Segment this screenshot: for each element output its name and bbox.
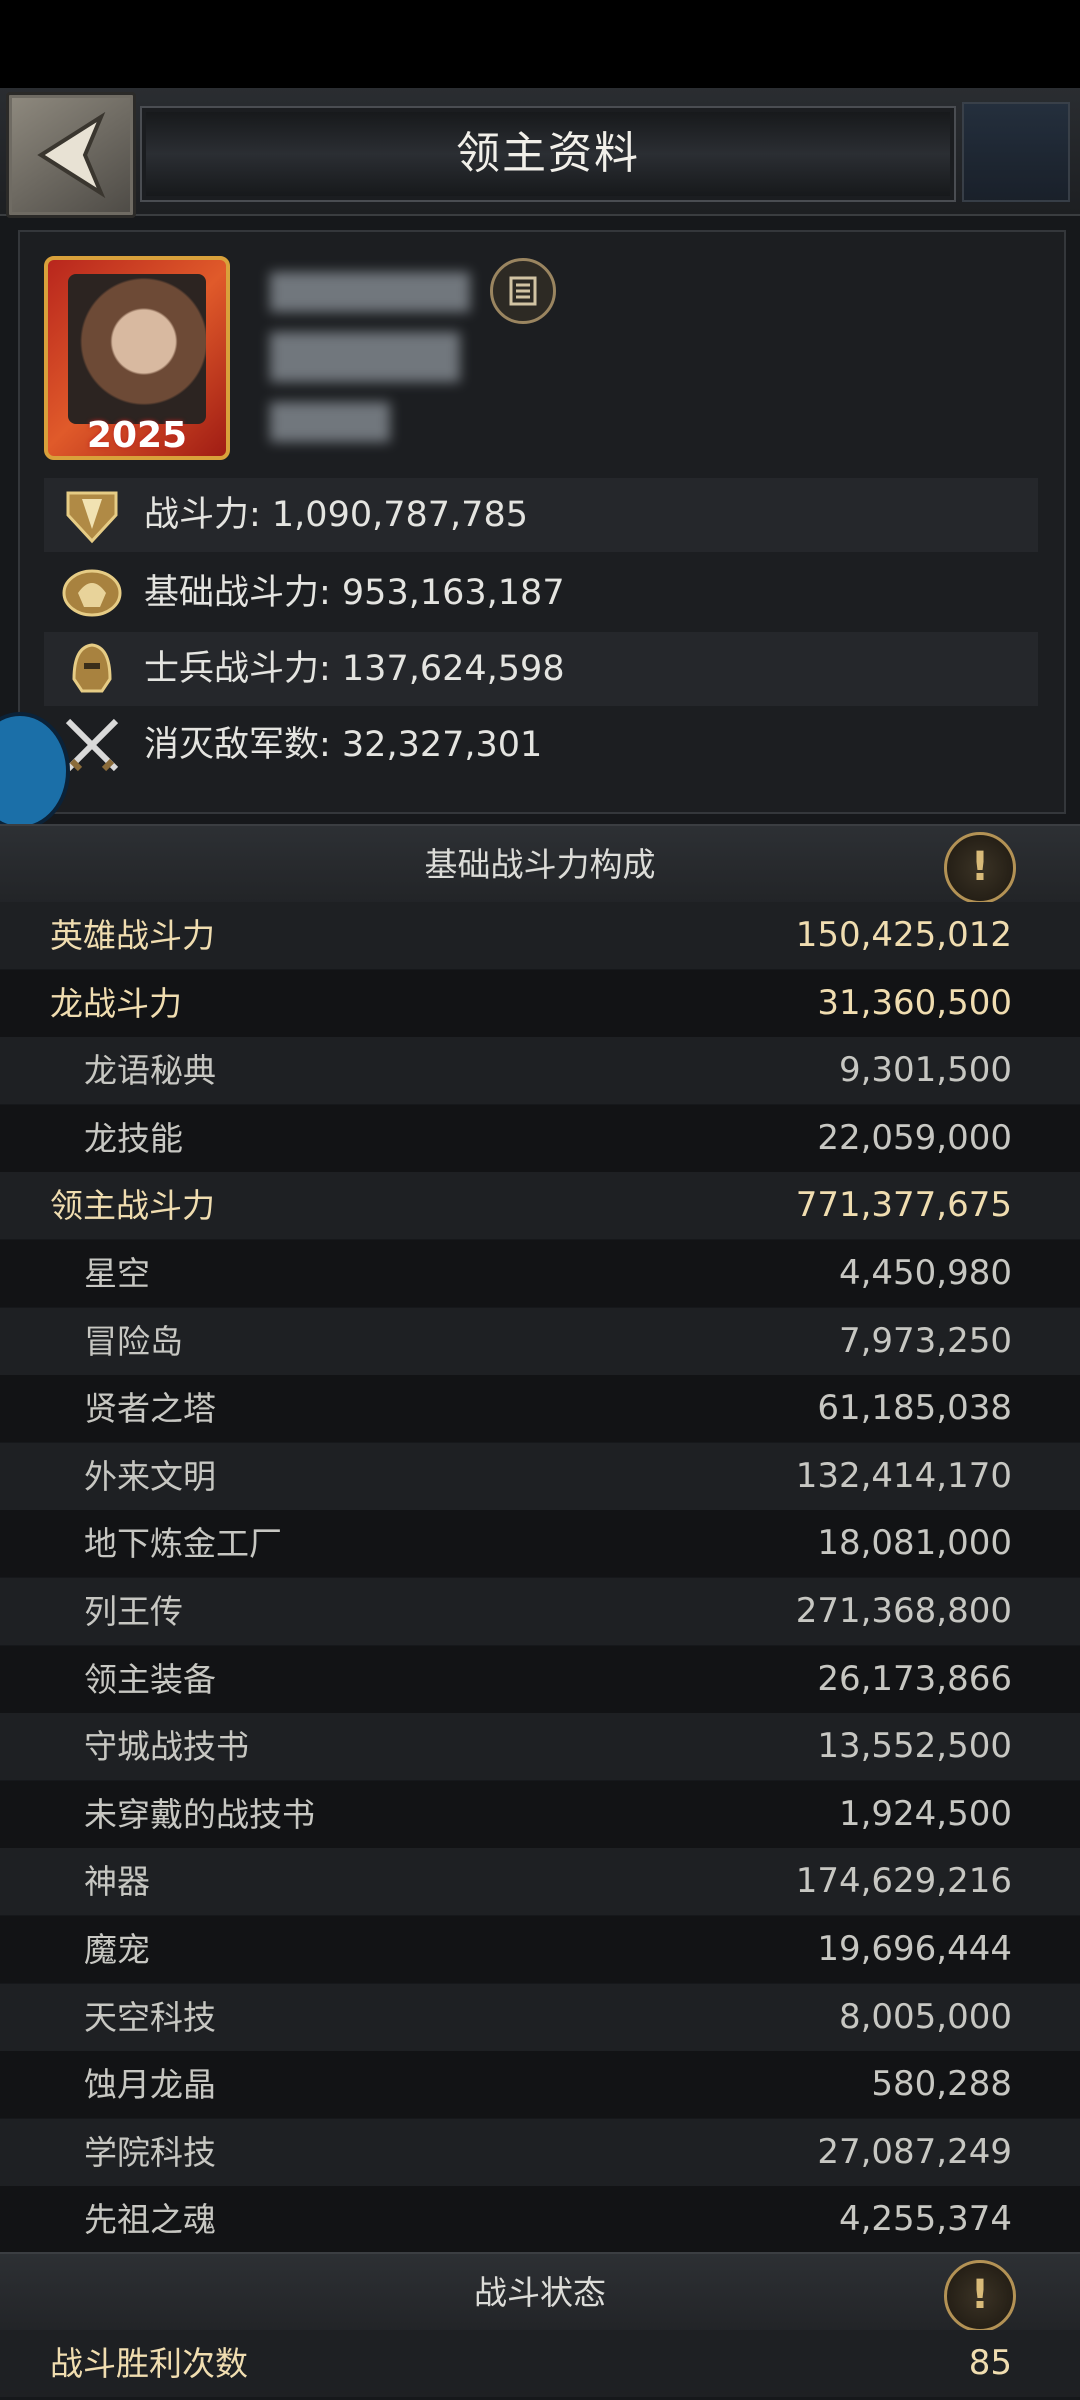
stat-row-total-power: 战斗力: 1,090,787,785 bbox=[44, 478, 1038, 552]
row-label: 神器 bbox=[84, 1862, 150, 1902]
table-row: 龙技能 22,059,000 bbox=[0, 1104, 1080, 1172]
breakdown-title: 基础战斗力构成 bbox=[424, 845, 656, 884]
breakdown-info-button[interactable]: ! bbox=[944, 832, 1016, 904]
row-label: 未穿戴的战技书 bbox=[84, 1794, 315, 1834]
stat-row-enemies-killed: 消灭敌军数: 32,327,301 bbox=[44, 708, 1038, 782]
row-label: 英雄战斗力 bbox=[50, 916, 215, 955]
row-value: 18,081,000 bbox=[817, 1523, 1012, 1564]
table-row: 龙战斗力 31,360,500 bbox=[0, 969, 1080, 1037]
row-label: 先祖之魂 bbox=[84, 2200, 216, 2240]
row-label: 天空科技 bbox=[84, 1997, 216, 2037]
row-value: 132,414,170 bbox=[795, 1455, 1012, 1496]
table-row: 领主战斗力 771,377,675 bbox=[0, 1172, 1080, 1240]
table-row: 天空科技 8,005,000 bbox=[0, 1983, 1080, 2051]
blurred-player-id bbox=[270, 402, 390, 442]
table-row: 龙语秘典 9,301,500 bbox=[0, 1037, 1080, 1105]
status-bar bbox=[0, 0, 1080, 88]
row-label: 龙战斗力 bbox=[50, 983, 182, 1023]
header-bar: 领主资料 bbox=[0, 88, 1080, 218]
row-value: 1,924,500 bbox=[838, 1793, 1012, 1834]
row-value: 8,005,000 bbox=[838, 1996, 1012, 2037]
soldier-helmet-icon bbox=[72, 643, 112, 693]
row-value: 580,288 bbox=[871, 2064, 1012, 2105]
row-label: 地下炼金工厂 bbox=[84, 1524, 282, 1564]
row-value: 174,629,216 bbox=[795, 1861, 1012, 1902]
table-row: 贤者之塔 61,185,038 bbox=[0, 1375, 1080, 1443]
stat-base-power: 基础战斗力: 953,163,187 bbox=[144, 573, 565, 613]
blurred-alliance-info bbox=[270, 332, 460, 382]
stat-soldier-power: 士兵战斗力: 137,624,598 bbox=[144, 649, 565, 689]
exclamation-icon: ! bbox=[970, 2272, 990, 2318]
row-label: 学院科技 bbox=[84, 2132, 216, 2172]
row-value: 13,552,500 bbox=[817, 1726, 1012, 1767]
row-value: 771,377,675 bbox=[795, 1185, 1012, 1226]
table-row: 学院科技 27,087,249 bbox=[0, 2118, 1080, 2186]
row-value: 61,185,038 bbox=[817, 1388, 1012, 1429]
table-row: 外来文明 132,414,170 bbox=[0, 1442, 1080, 1510]
exclamation-icon: ! bbox=[970, 844, 990, 890]
table-row: 领主装备 26,173,866 bbox=[0, 1645, 1080, 1713]
row-label: 龙技能 bbox=[84, 1118, 183, 1158]
battle-status-title: 战斗状态 bbox=[474, 2273, 606, 2312]
stat-row-base-power: 基础战斗力: 953,163,187 bbox=[44, 556, 1038, 630]
stat-enemies-killed: 消灭敌军数: 32,327,301 bbox=[144, 725, 543, 765]
row-label: 贤者之塔 bbox=[84, 1389, 216, 1429]
list-icon bbox=[509, 276, 537, 306]
table-row: 地下炼金工厂 18,081,000 bbox=[0, 1510, 1080, 1578]
avatar-portrait bbox=[68, 274, 206, 424]
table-row: 冒险岛 7,973,250 bbox=[0, 1307, 1080, 1375]
table-row: 列王传 271,368,800 bbox=[0, 1578, 1080, 1645]
row-value: 19,696,444 bbox=[817, 1929, 1012, 1969]
table-row: 战斗胜利次数 85 bbox=[0, 2330, 1080, 2397]
avatar[interactable]: 2025 bbox=[44, 256, 230, 460]
table-row: 蚀月龙晶 580,288 bbox=[0, 2051, 1080, 2119]
row-value: 4,255,374 bbox=[838, 2199, 1012, 2240]
row-value: 26,173,866 bbox=[817, 1658, 1012, 1699]
stat-row-soldier-power: 士兵战斗力: 137,624,598 bbox=[44, 632, 1038, 706]
details-list-button[interactable] bbox=[490, 258, 556, 324]
row-value: 271,368,800 bbox=[795, 1591, 1012, 1631]
row-value: 7,973,250 bbox=[838, 1320, 1012, 1361]
corner-ornament-icon bbox=[962, 102, 1070, 202]
back-arrow-icon bbox=[37, 111, 106, 199]
table-row: 守城战技书 13,552,500 bbox=[0, 1713, 1080, 1781]
battle-status-info-button[interactable]: ! bbox=[944, 2260, 1016, 2332]
breakdown-section-header: 基础战斗力构成 ! bbox=[0, 824, 1080, 906]
row-value: 150,425,012 bbox=[795, 915, 1012, 955]
table-row: 先祖之魂 4,255,374 bbox=[0, 2186, 1080, 2254]
shield-power-icon bbox=[66, 491, 118, 544]
row-label: 列王传 bbox=[84, 1592, 183, 1631]
row-value: 4,450,980 bbox=[838, 1253, 1012, 1293]
page-title: 领主资料 bbox=[456, 128, 640, 179]
row-label: 冒险岛 bbox=[84, 1321, 183, 1361]
back-button[interactable] bbox=[6, 92, 136, 218]
table-row: 星空 4,450,980 bbox=[0, 1240, 1080, 1307]
table-row: 魔宠 19,696,444 bbox=[0, 1916, 1080, 1983]
row-value: 31,360,500 bbox=[817, 982, 1012, 1023]
row-label: 星空 bbox=[84, 1254, 150, 1293]
row-label: 蚀月龙晶 bbox=[84, 2065, 216, 2105]
row-label: 领主装备 bbox=[84, 1659, 216, 1699]
table-row: 英雄战斗力 150,425,012 bbox=[0, 902, 1080, 969]
avatar-frame-year: 2025 bbox=[86, 415, 188, 456]
row-value: 85 bbox=[968, 2343, 1012, 2383]
battle-status-section-header: 战斗状态 ! bbox=[0, 2252, 1080, 2334]
table-row: 神器 174,629,216 bbox=[0, 1848, 1080, 1916]
row-label: 守城战技书 bbox=[84, 1727, 249, 1767]
helmet-base-power-icon bbox=[62, 569, 122, 617]
blurred-player-name bbox=[270, 272, 470, 312]
row-value: 22,059,000 bbox=[817, 1117, 1012, 1158]
row-label: 战斗胜利次数 bbox=[50, 2344, 248, 2383]
row-label: 外来文明 bbox=[84, 1456, 216, 1496]
stat-total-power: 战斗力: 1,090,787,785 bbox=[144, 495, 528, 535]
table-row: 未穿戴的战技书 1,924,500 bbox=[0, 1780, 1080, 1848]
row-label: 龙语秘典 bbox=[84, 1051, 216, 1091]
row-value: 27,087,249 bbox=[817, 2131, 1012, 2172]
row-label: 魔宠 bbox=[84, 1930, 150, 1969]
row-value: 9,301,500 bbox=[838, 1050, 1012, 1091]
row-label: 领主战斗力 bbox=[50, 1186, 215, 1226]
title-plate: 领主资料 bbox=[140, 106, 956, 202]
profile-panel: 2025 战斗力: 1,090,787,785 基础战斗力: 953,163,1… bbox=[18, 230, 1066, 814]
